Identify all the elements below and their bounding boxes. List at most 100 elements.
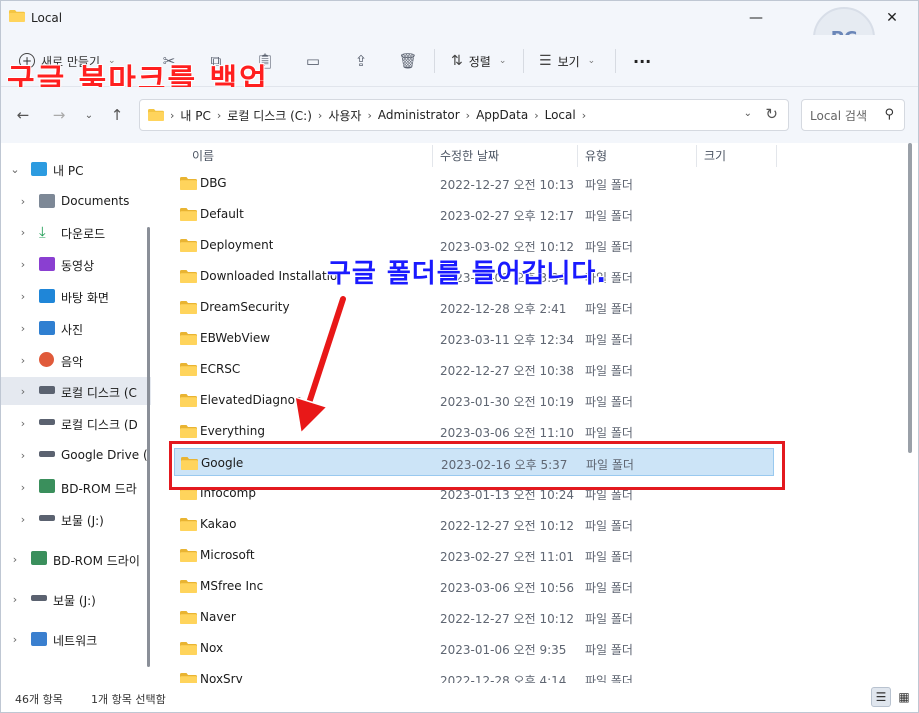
file-type: 파일 폴더: [585, 364, 633, 378]
sidebar-item-documents[interactable]: › Documents: [1, 187, 151, 215]
breadcrumb-item[interactable]: 사용자: [328, 107, 361, 124]
sidebar-item-google-drive[interactable]: › Google Drive (: [1, 441, 151, 469]
sidebar-item-local-disk-d[interactable]: › 로컬 디스크 (D: [1, 409, 151, 437]
chevron-right-icon[interactable]: ›: [17, 195, 29, 208]
folder-icon: [180, 425, 197, 438]
sidebar-scrollbar[interactable]: [147, 227, 150, 667]
command-bar: + 새로 만들기 ⌄ ✂ ⧉ 📋︎ ▭ ⇪ 🗑︎ ⇅ 정렬 ⌄ ☰ 보기 ⌄ ·…: [1, 35, 918, 99]
sidebar-item-downloads[interactable]: › ⤓ 다운로드: [1, 218, 151, 246]
file-name: Kakao: [200, 517, 237, 531]
share-icon[interactable]: ⇪: [351, 51, 371, 71]
chevron-down-icon[interactable]: ⌄: [9, 163, 21, 176]
table-row[interactable]: ElevatedDiagnos 2023-01-30 오전 10:19 파일 폴더: [174, 386, 774, 414]
folder-icon: [180, 642, 197, 655]
sidebar-item-treasure-j[interactable]: › 보물 (J:): [1, 505, 151, 533]
chevron-right-icon[interactable]: ›: [17, 449, 29, 462]
search-input[interactable]: Local 검색 ⚲: [801, 99, 905, 131]
details-view-button[interactable]: ☰: [871, 687, 891, 707]
red-arrow-icon: [294, 294, 348, 435]
column-header-date[interactable]: 수정한 날짜: [440, 143, 499, 167]
minimize-button[interactable]: —: [733, 5, 779, 31]
file-name: Downloaded Installations: [200, 269, 340, 283]
breadcrumb-item[interactable]: 내 PC: [180, 107, 210, 124]
address-row: ← → ⌄ ↑ › 내 PC › 로컬 디스크 (C:) › 사용자 › Adm…: [1, 87, 918, 143]
chevron-right-icon[interactable]: ›: [17, 322, 29, 335]
sidebar-item-desktop[interactable]: › 바탕 화면: [1, 282, 151, 310]
sidebar-item-videos[interactable]: › 동영상: [1, 250, 151, 278]
file-date: 2023-03-06 오전 11:10: [440, 426, 575, 440]
chevron-right-icon[interactable]: ›: [17, 258, 29, 271]
network-icon: [31, 632, 47, 646]
sidebar-item-this-pc[interactable]: ⌄ 내 PC: [1, 155, 151, 183]
column-divider[interactable]: [696, 145, 697, 167]
column-divider[interactable]: [432, 145, 433, 167]
file-date: 2023-02-27 오전 11:01: [440, 550, 575, 564]
chevron-right-icon[interactable]: ›: [17, 513, 29, 526]
address-bar[interactable]: › 내 PC › 로컬 디스크 (C:) › 사용자 › Administrat…: [139, 99, 789, 131]
file-name: Default: [200, 207, 244, 221]
file-date: 2022-12-27 오전 10:38: [440, 364, 575, 378]
file-date: 2023-02-27 오후 12:17: [440, 209, 575, 223]
chevron-right-icon[interactable]: ›: [9, 633, 21, 646]
table-row[interactable]: NoxSrv 2022-12-28 오후 4:14 파일 폴더: [174, 665, 774, 683]
table-row[interactable]: MSfree Inc 2023-03-06 오전 10:56 파일 폴더: [174, 572, 774, 600]
table-row[interactable]: ECRSC 2022-12-27 오전 10:38 파일 폴더: [174, 355, 774, 383]
column-divider[interactable]: [577, 145, 578, 167]
chevron-right-icon[interactable]: ›: [9, 553, 21, 566]
breadcrumb-item[interactable]: 로컬 디스크 (C:): [227, 107, 312, 124]
column-header-type[interactable]: 유형: [585, 143, 607, 167]
breadcrumb-item[interactable]: Local: [545, 108, 576, 122]
view-button[interactable]: ☰ 보기 ⌄: [539, 49, 595, 73]
chevron-right-icon[interactable]: ›: [9, 593, 21, 606]
chevron-right-icon[interactable]: ›: [17, 354, 29, 367]
file-list-scrollbar[interactable]: [908, 143, 912, 453]
chevron-right-icon[interactable]: ›: [17, 417, 29, 430]
column-header-name[interactable]: 이름: [192, 143, 214, 167]
title-bar: Local — ☐ ✕: [1, 1, 918, 35]
breadcrumb-item[interactable]: Administrator: [378, 108, 460, 122]
forward-arrow-icon[interactable]: →: [47, 105, 71, 125]
column-divider[interactable]: [776, 145, 777, 167]
close-button[interactable]: ✕: [869, 5, 915, 31]
recent-chevron-icon[interactable]: ⌄: [77, 105, 101, 125]
folder-icon: [180, 208, 197, 221]
table-row[interactable]: EBWebView 2023-03-11 오후 12:34 파일 폴더: [174, 324, 774, 352]
refresh-icon[interactable]: ↻: [765, 105, 778, 123]
table-row[interactable]: Default 2023-02-27 오후 12:17 파일 폴더: [174, 200, 774, 228]
tiles-view-button[interactable]: ▦: [894, 687, 914, 707]
status-bar: 46개 항목 1개 항목 선택함 ☰ ▦: [1, 683, 918, 712]
column-header-size[interactable]: 크기: [704, 143, 726, 167]
rename-icon[interactable]: ▭: [303, 51, 323, 71]
sort-button[interactable]: ⇅ 정렬 ⌄: [451, 49, 506, 73]
table-row[interactable]: Naver 2022-12-27 오전 10:12 파일 폴더: [174, 603, 774, 631]
divider: [615, 49, 616, 73]
sidebar-item-pictures[interactable]: › 사진: [1, 314, 151, 342]
drive-icon: [31, 595, 47, 601]
sidebar-item-network[interactable]: › 네트워크: [1, 625, 151, 653]
sidebar-item-local-disk-c[interactable]: › 로컬 디스크 (C: [1, 377, 151, 405]
file-type: 파일 폴더: [585, 209, 633, 223]
table-row[interactable]: Microsoft 2023-02-27 오전 11:01 파일 폴더: [174, 541, 774, 569]
file-date: 2023-03-11 오후 12:34: [440, 333, 575, 347]
chevron-down-icon[interactable]: ⌄: [744, 108, 752, 119]
delete-icon[interactable]: 🗑︎: [398, 51, 418, 71]
chevron-right-icon[interactable]: ›: [17, 385, 29, 398]
sidebar-item-treasure-j-root[interactable]: › 보물 (J:): [1, 585, 151, 613]
sidebar-item-bd-rom[interactable]: › BD-ROM 드라: [1, 473, 151, 501]
chevron-right-icon[interactable]: ›: [17, 226, 29, 239]
chevron-right-icon[interactable]: ›: [17, 481, 29, 494]
table-row[interactable]: Nox 2023-01-06 오전 9:35 파일 폴더: [174, 634, 774, 662]
sidebar-item-music[interactable]: › 음악: [1, 346, 151, 374]
chevron-right-icon[interactable]: ›: [17, 290, 29, 303]
breadcrumb-item[interactable]: AppData: [476, 108, 528, 122]
more-options-button[interactable]: ···: [633, 49, 651, 73]
chevron-right-icon: ›: [317, 108, 323, 122]
chevron-right-icon: ›: [367, 108, 372, 122]
table-row[interactable]: DBG 2022-12-27 오전 10:13 파일 폴더: [174, 169, 774, 197]
up-arrow-icon[interactable]: ↑: [105, 105, 129, 125]
back-arrow-icon[interactable]: ←: [11, 105, 35, 125]
file-date: 2023-03-06 오전 10:56: [440, 581, 575, 595]
table-row[interactable]: DreamSecurity 2022-12-28 오후 2:41 파일 폴더: [174, 293, 774, 321]
table-row[interactable]: Kakao 2022-12-27 오전 10:12 파일 폴더: [174, 510, 774, 538]
sidebar-item-bd-rom-root[interactable]: › BD-ROM 드라이: [1, 545, 151, 573]
